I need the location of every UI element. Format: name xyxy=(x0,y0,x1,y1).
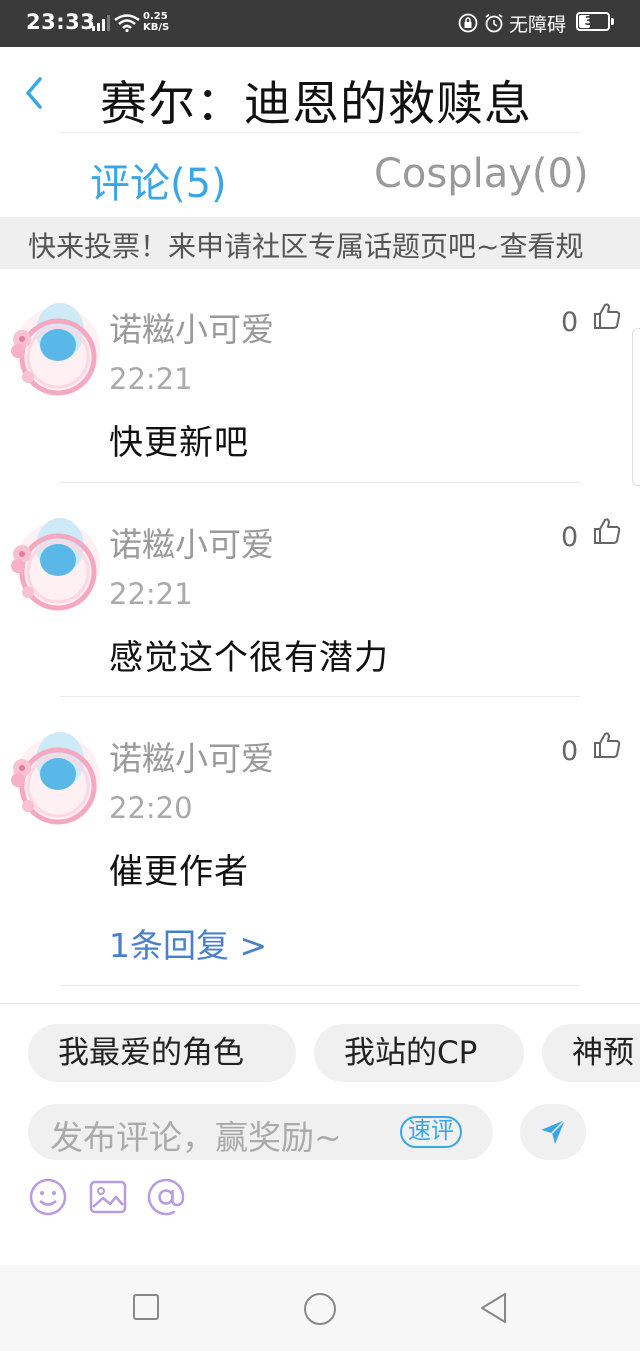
battery-percent: 38 xyxy=(584,14,602,28)
network-speed: 0.25 KB/S xyxy=(143,11,169,33)
comment-divider xyxy=(60,482,580,483)
side-drawer-handle[interactable] xyxy=(632,328,640,486)
emoji-icon[interactable] xyxy=(28,1177,68,1217)
comment-divider xyxy=(60,985,580,986)
comment-username[interactable]: 诺糍小可爱 xyxy=(109,518,274,566)
comment-composer: 我最爱的角色 我站的CP 神预 发布评论，赢奖励~ 速评 xyxy=(0,1003,640,1265)
tab-comments[interactable]: 评论(5) xyxy=(90,151,227,209)
status-time: 23:33 xyxy=(26,10,96,34)
image-icon[interactable] xyxy=(88,1177,128,1217)
avatar[interactable] xyxy=(8,293,104,405)
like-count: 0 xyxy=(561,522,579,553)
network-speed-unit: KB/S xyxy=(143,22,170,33)
battery-tip xyxy=(611,18,614,25)
square-icon xyxy=(133,1294,159,1320)
comment-item: 诺糍小可爱 22:21 快更新吧 0 xyxy=(0,285,640,485)
page-title: 赛尔：迪恩的救赎息 xyxy=(100,77,532,132)
quick-review-badge[interactable]: 速评 xyxy=(400,1116,462,1148)
like-count: 0 xyxy=(561,307,579,338)
wifi-icon xyxy=(114,14,140,36)
system-nav-bar xyxy=(0,1265,640,1351)
notice-banner[interactable]: 快来投票！来申请社区专属话题页吧~查看规 xyxy=(0,217,640,269)
thumbs-up-icon[interactable] xyxy=(592,516,622,546)
avatar[interactable] xyxy=(8,722,104,834)
thumbs-up-icon[interactable] xyxy=(592,301,622,331)
mention-icon[interactable] xyxy=(146,1177,186,1217)
home-button[interactable] xyxy=(302,1291,338,1331)
send-button[interactable] xyxy=(520,1104,586,1160)
comment-time: 22:21 xyxy=(109,577,193,611)
chevron-left-icon xyxy=(26,77,42,109)
system-back-button[interactable] xyxy=(478,1291,510,1329)
view-replies-link[interactable]: 1条回复 > xyxy=(109,919,267,967)
comment-item: 诺糍小可爱 22:21 感觉这个很有潜力 0 xyxy=(0,500,640,700)
topic-chip-ship-cp[interactable]: 我站的CP xyxy=(314,1024,524,1082)
comment-time: 22:20 xyxy=(109,791,193,825)
comment-divider xyxy=(60,696,580,697)
alarm-icon xyxy=(484,13,504,37)
rotation-lock-icon xyxy=(458,13,478,37)
cellular-signal-icon: E xyxy=(88,14,110,36)
back-button[interactable] xyxy=(20,73,50,113)
comment-text: 快更新吧 xyxy=(109,423,249,463)
comment-time: 22:21 xyxy=(109,362,193,396)
comment-username[interactable]: 诺糍小可爱 xyxy=(109,303,274,351)
thumbs-up-icon[interactable] xyxy=(592,730,622,760)
comment-username[interactable]: 诺糍小可爱 xyxy=(109,732,274,780)
comment-text: 感觉这个很有潜力 xyxy=(109,638,389,678)
comment-text: 催更作者 xyxy=(109,852,249,892)
tab-cosplay[interactable]: Cosplay(0) xyxy=(374,151,589,197)
send-icon xyxy=(541,1119,566,1144)
battery-icon: 38 xyxy=(576,12,610,31)
svg-text:E: E xyxy=(88,14,93,23)
circle-icon xyxy=(304,1293,336,1325)
comment-item: 诺糍小可爱 22:20 催更作者 1条回复 > 0 xyxy=(0,714,640,989)
like-count: 0 xyxy=(561,736,579,767)
notice-text: 快来投票！来申请社区专属话题页吧~查看规 xyxy=(28,230,584,263)
topic-chip-prediction[interactable]: 神预 xyxy=(542,1024,640,1082)
accessibility-label: 无障碍 xyxy=(509,14,567,36)
status-bar: 23:33 E 0.25 KB/S 无障碍 38 xyxy=(0,0,640,47)
topic-chip-favorite-character[interactable]: 我最爱的角色 xyxy=(28,1024,296,1082)
comment-input-placeholder: 发布评论，赢奖励~ xyxy=(50,1118,342,1157)
triangle-back-icon xyxy=(481,1293,506,1323)
avatar[interactable] xyxy=(8,508,104,620)
tab-bar: 评论(5) Cosplay(0) xyxy=(0,133,640,217)
network-speed-value: 0.25 xyxy=(143,11,168,22)
comment-input[interactable]: 发布评论，赢奖励~ 速评 xyxy=(28,1104,493,1160)
recent-apps-button[interactable] xyxy=(132,1291,160,1327)
app-header: 赛尔：迪恩的救赎息 xyxy=(0,47,640,133)
